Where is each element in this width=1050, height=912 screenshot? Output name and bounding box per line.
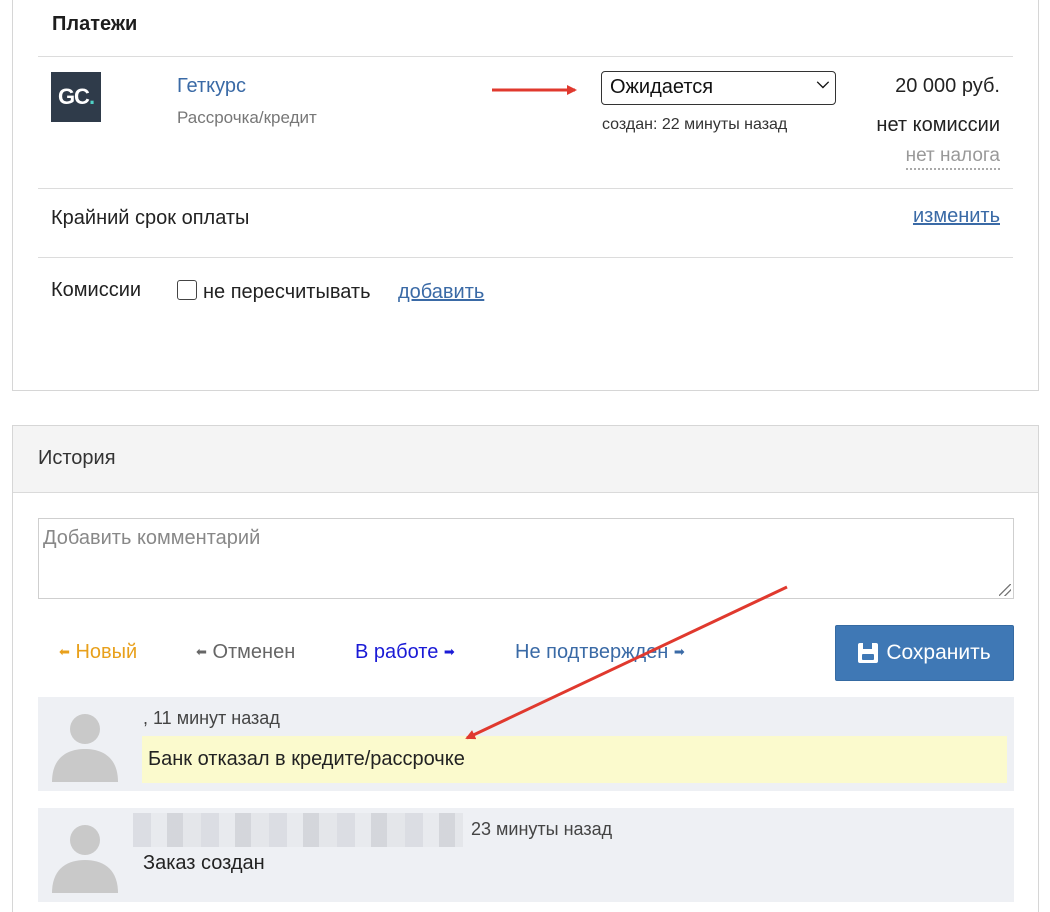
status-new-label: Новый — [75, 641, 138, 663]
commissions-label: Комиссии — [51, 279, 142, 301]
change-deadline-link[interactable]: изменить — [913, 205, 1000, 228]
add-commission-link[interactable]: добавить — [398, 281, 484, 304]
history-entry: , 11 минут назад Банк отказал в кредите/… — [38, 697, 1014, 791]
logo-dot: . — [88, 84, 95, 109]
comment-placeholder: Добавить комментарий — [43, 527, 261, 549]
comment-textarea[interactable]: Добавить комментарий — [38, 518, 1014, 599]
arrow-right-icon: ➡ — [673, 644, 685, 659]
entry-comment-highlighted: Банк отказал в кредите/рассрочке — [142, 736, 1007, 783]
chevron-down-icon: ⌵ — [816, 75, 829, 92]
tax-toggle[interactable]: нет налога — [905, 145, 1000, 170]
entry-text: Заказ создан — [143, 852, 265, 874]
payments-title: Платежи — [52, 13, 138, 35]
history-panel: История Добавить комментарий ⬅ Новый ⬅ О… — [12, 425, 1039, 912]
history-entry: 23 минуты назад Заказ создан — [38, 808, 1014, 902]
blurred-author-name — [133, 813, 463, 847]
divider — [38, 257, 1013, 258]
arrow-right-icon: ➡ — [443, 644, 455, 659]
save-label: Сохранить — [886, 641, 991, 664]
deadline-label: Крайний срок оплаты — [51, 207, 250, 229]
status-not-confirmed-button[interactable]: Не подтвержден ➡ — [515, 641, 685, 664]
history-header: История — [13, 426, 1038, 493]
no-recalculate-label[interactable]: не пересчитывать — [203, 281, 371, 304]
status-new-button[interactable]: ⬅ Новый — [59, 641, 137, 664]
status-canceled-label: Отменен — [212, 641, 296, 663]
arrow-left-icon: ⬅ — [59, 644, 70, 659]
entry-meta: , 11 минут назад — [143, 708, 280, 728]
status-not-confirmed-label: Не подтвержден — [515, 641, 669, 663]
divider — [38, 56, 1013, 57]
getcourse-logo: GC. — [51, 72, 101, 122]
payment-type: Рассрочка/кредит — [177, 108, 317, 127]
arrow-left-icon: ⬅ — [196, 644, 207, 659]
save-button[interactable]: Сохранить — [835, 625, 1014, 681]
status-in-work-label: В работе — [355, 641, 439, 663]
payments-panel: Платежи GC. Геткурс Рассрочка/кредит Ожи… — [12, 0, 1039, 391]
created-time: создан: 22 минуты назад — [602, 116, 788, 133]
user-avatar-icon — [52, 825, 118, 893]
user-avatar-icon — [52, 714, 118, 782]
entry-meta: 23 минуты назад — [471, 819, 613, 839]
no-recalculate-checkbox[interactable] — [177, 280, 197, 300]
logo-text: GC — [57, 84, 90, 109]
commission-status: нет комиссии — [876, 114, 1000, 136]
divider — [38, 188, 1013, 189]
history-title: История — [38, 447, 116, 469]
floppy-disk-icon — [858, 643, 879, 663]
payment-amount: 20 000 руб. — [895, 75, 1000, 97]
payment-status-select[interactable]: Ожидается ⌵ — [601, 71, 836, 105]
resize-handle-icon[interactable] — [999, 584, 1011, 596]
payment-status-value: Ожидается — [610, 76, 714, 98]
status-in-work-button[interactable]: В работе ➡ — [355, 641, 455, 664]
provider-link[interactable]: Геткурс — [177, 75, 246, 98]
status-canceled-button[interactable]: ⬅ Отменен — [196, 641, 295, 664]
